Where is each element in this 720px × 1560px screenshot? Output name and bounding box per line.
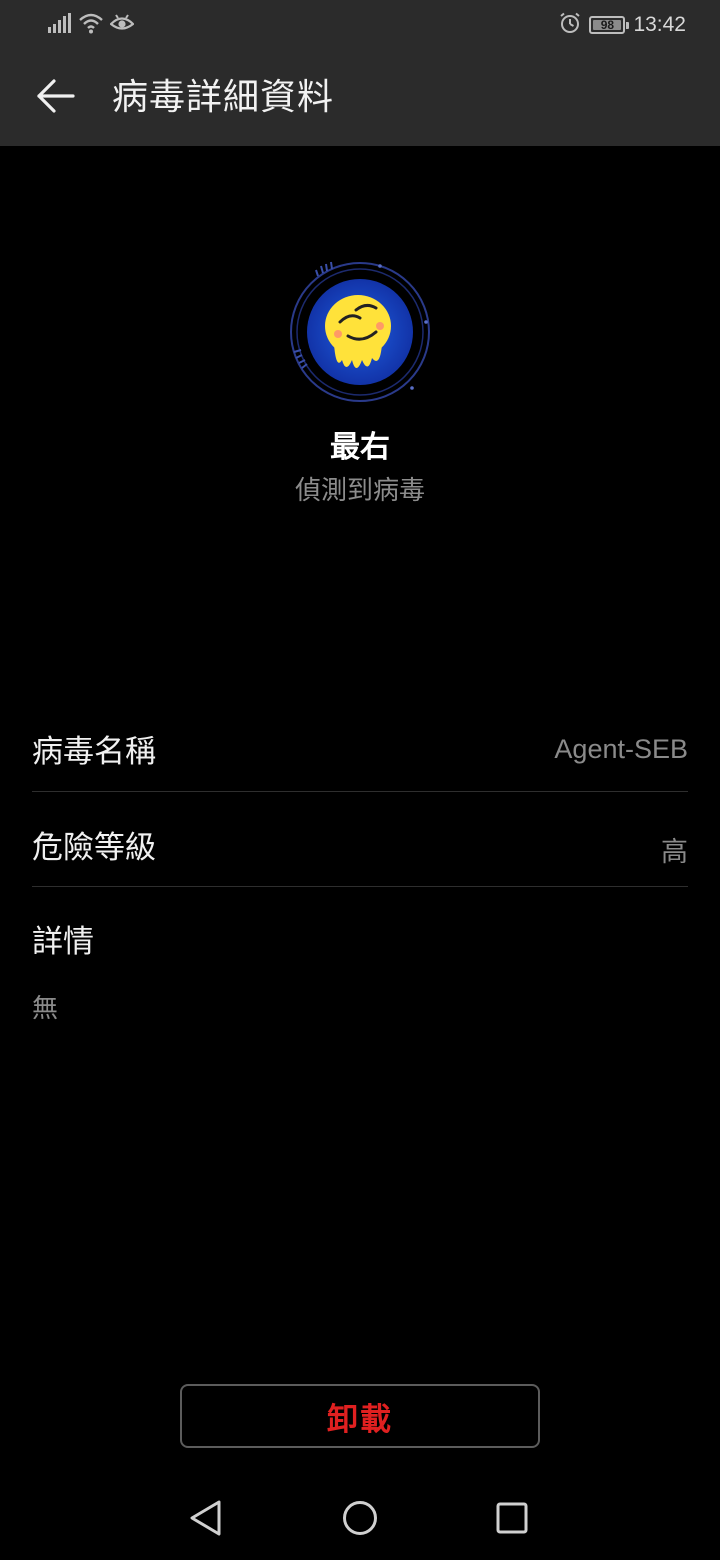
battery-level: 98 — [600, 18, 615, 32]
alarm-icon — [559, 12, 581, 38]
details-value: 無 — [32, 994, 59, 1024]
virus-name-label: 病毒名稱 — [32, 734, 156, 770]
app-name: 最右 — [330, 430, 390, 465]
nav-home-button[interactable] — [330, 1494, 390, 1546]
risk-level-row: 危險等級 高 — [32, 818, 688, 878]
virus-name-value: Agent-SEB — [554, 734, 688, 764]
signal-icon — [48, 13, 72, 37]
nav-home-icon — [342, 1500, 378, 1540]
nav-back-button[interactable] — [176, 1494, 236, 1546]
back-button[interactable] — [30, 72, 82, 124]
status-icons-left — [48, 12, 135, 38]
nav-back-icon — [189, 1500, 223, 1540]
app-bar: 病毒詳細資料 — [0, 50, 720, 146]
clock: 13:42 — [633, 13, 686, 36]
virus-name-row: 病毒名稱 Agent-SEB — [32, 722, 688, 782]
wifi-icon — [78, 12, 104, 38]
details-label: 詳情 — [32, 924, 94, 960]
divider — [32, 791, 688, 792]
app-icon-mascot — [280, 252, 440, 412]
details-row: 詳情 — [32, 912, 688, 962]
uninstall-button[interactable]: 卸載 — [180, 1384, 540, 1448]
back-arrow-icon — [36, 79, 76, 117]
divider — [32, 886, 688, 887]
detection-status: 偵測到病毒 — [294, 476, 425, 506]
status-icons-right: 98 13:42 — [559, 10, 686, 40]
risk-level-label: 危險等級 — [32, 830, 156, 866]
navigation-bar — [0, 1480, 720, 1560]
page-title: 病毒詳細資料 — [112, 77, 335, 118]
risk-level-value: 高 — [661, 837, 688, 867]
nav-recents-button[interactable] — [482, 1494, 542, 1546]
eye-icon — [109, 13, 135, 37]
battery-icon: 98 — [589, 16, 630, 34]
status-bar: 98 13:42 — [0, 0, 720, 50]
uninstall-label: 卸載 — [327, 1401, 393, 1438]
nav-recents-icon — [496, 1502, 528, 1538]
